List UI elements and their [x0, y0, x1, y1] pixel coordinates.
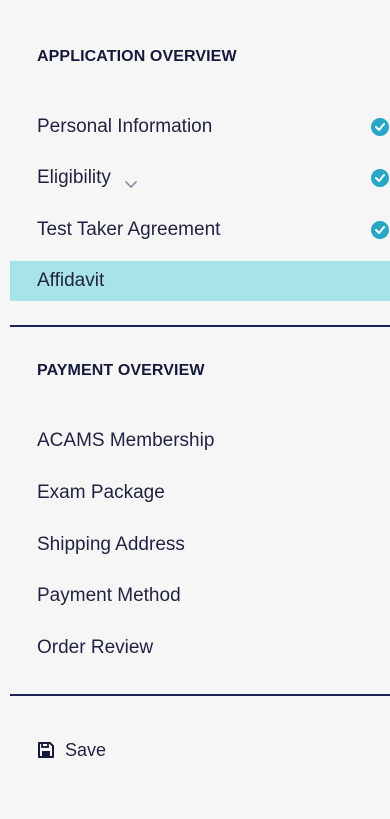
- nav-item-label: Test Taker Agreement: [37, 219, 221, 240]
- check-icon: [371, 118, 389, 136]
- nav-item-label: Order Review: [37, 637, 154, 658]
- check-icon: [371, 169, 389, 187]
- section-divider: [10, 694, 390, 696]
- nav-item-label: Affidavit: [37, 270, 105, 291]
- nav-item-label: Shipping Address: [37, 534, 185, 555]
- nav-item-label: Personal Information: [37, 116, 213, 137]
- nav-item-test-taker-agreement[interactable]: Test Taker Agreement: [10, 211, 390, 249]
- nav-item-label: ACAMS Membership: [37, 430, 215, 451]
- nav-item-affidavit[interactable]: Affidavit: [10, 261, 390, 301]
- nav-item-exam-package[interactable]: Exam Package: [10, 474, 390, 512]
- save-button[interactable]: Save: [37, 736, 106, 764]
- section-divider: [10, 325, 390, 327]
- application-overview-title: APPLICATION OVERVIEW: [37, 48, 237, 65]
- nav-item-order-review[interactable]: Order Review: [10, 629, 390, 667]
- sidebar-navigation: APPLICATION OVERVIEW Personal Informatio…: [0, 0, 390, 819]
- nav-item-shipping-address[interactable]: Shipping Address: [10, 526, 390, 564]
- nav-item-personal-information[interactable]: Personal Information: [10, 108, 390, 146]
- nav-item-label: Payment Method: [37, 585, 181, 606]
- nav-item-label: Eligibility: [37, 167, 111, 188]
- save-label: Save: [65, 739, 107, 760]
- nav-item-payment-method[interactable]: Payment Method: [10, 577, 390, 615]
- chevron-down-icon[interactable]: [124, 173, 138, 188]
- nav-item-eligibility[interactable]: Eligibility: [10, 159, 390, 197]
- floppy-disk-icon: [37, 741, 55, 759]
- nav-item-acams-membership[interactable]: ACAMS Membership: [10, 422, 390, 460]
- payment-overview-title: PAYMENT OVERVIEW: [37, 362, 205, 379]
- nav-item-label: Exam Package: [37, 482, 165, 503]
- check-icon: [371, 221, 389, 239]
